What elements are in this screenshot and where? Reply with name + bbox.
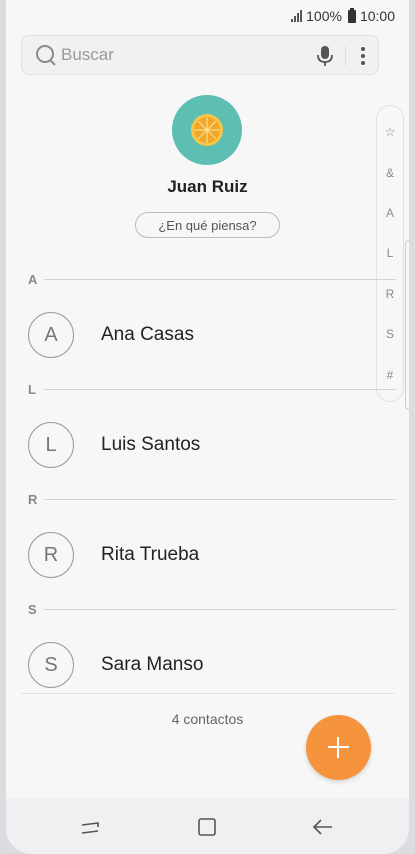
recent-apps-icon[interactable] bbox=[78, 814, 104, 840]
index-item-s[interactable]: S bbox=[386, 327, 394, 341]
section-header-a: A bbox=[28, 269, 396, 289]
search-bar[interactable] bbox=[21, 35, 379, 75]
search-icon bbox=[35, 44, 57, 66]
alphabet-index-bar[interactable]: ☆ & A L R S # bbox=[376, 105, 404, 402]
signal-icon bbox=[291, 10, 303, 22]
clock: 10:00 bbox=[359, 8, 395, 24]
contact-name: Luis Santos bbox=[101, 434, 201, 455]
index-item-favorites[interactable]: ☆ bbox=[385, 125, 396, 139]
search-divider bbox=[345, 46, 346, 66]
profile-avatar[interactable] bbox=[172, 95, 242, 165]
orange-slice-icon bbox=[191, 114, 223, 146]
section-header-l: L bbox=[28, 379, 396, 399]
index-item-ampersand[interactable]: & bbox=[386, 166, 394, 180]
index-item-a[interactable]: A bbox=[386, 206, 394, 220]
edge-panel-handle[interactable] bbox=[405, 240, 409, 410]
section-header-s: S bbox=[28, 599, 396, 619]
profile-name[interactable]: Juan Ruiz bbox=[6, 177, 409, 197]
contact-avatar: L bbox=[28, 422, 74, 468]
status-bar: 100% 10:00 bbox=[291, 6, 395, 26]
contact-item[interactable]: A Ana Casas bbox=[28, 311, 358, 359]
list-footer-divider bbox=[21, 693, 394, 694]
mic-icon[interactable] bbox=[316, 45, 334, 67]
status-prompt-button[interactable]: ¿En qué piensa? bbox=[135, 212, 280, 238]
navigation-bar bbox=[6, 798, 409, 854]
index-item-l[interactable]: L bbox=[387, 246, 394, 260]
contact-item[interactable]: S Sara Manso bbox=[28, 641, 358, 689]
search-input[interactable] bbox=[61, 45, 301, 65]
add-contact-button[interactable] bbox=[306, 715, 371, 780]
battery-percent: 100% bbox=[306, 8, 342, 24]
contact-item[interactable]: R Rita Trueba bbox=[28, 531, 358, 579]
battery-icon bbox=[347, 7, 356, 23]
home-icon[interactable] bbox=[194, 814, 220, 840]
contact-name: Rita Trueba bbox=[101, 544, 200, 565]
contact-name: Ana Casas bbox=[101, 324, 194, 345]
contact-item[interactable]: L Luis Santos bbox=[28, 421, 358, 469]
contact-avatar: R bbox=[28, 532, 74, 578]
contact-avatar: A bbox=[28, 312, 74, 358]
more-vert-icon[interactable] bbox=[356, 44, 370, 68]
back-icon[interactable] bbox=[310, 814, 336, 840]
contact-name: Sara Manso bbox=[101, 654, 204, 675]
contact-avatar: S bbox=[28, 642, 74, 688]
section-header-r: R bbox=[28, 489, 396, 509]
contacts-screen: 100% 10:00 Juan Ruiz ¿En qué piensa? bbox=[6, 0, 409, 854]
